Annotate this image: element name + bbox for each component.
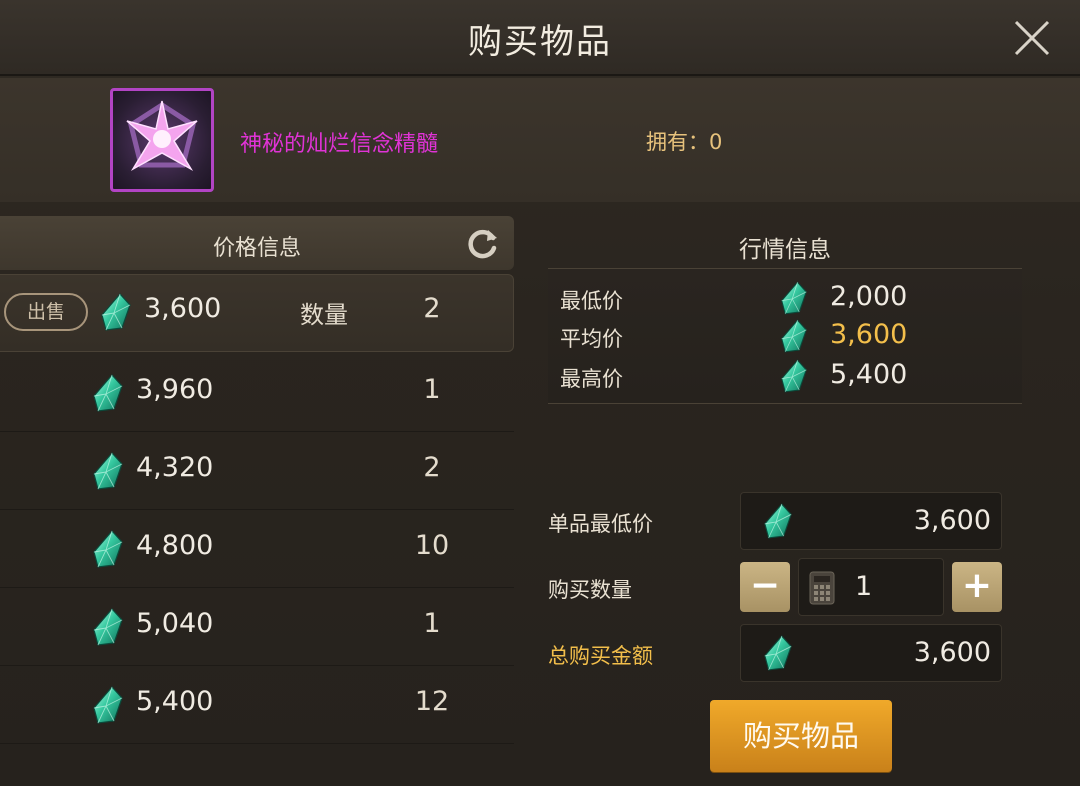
price-row[interactable]: 3,960 1 [0, 354, 514, 432]
price-value: 5,040 [136, 608, 214, 639]
market-value: 5,400 [830, 359, 908, 390]
gem-icon [92, 374, 124, 412]
own-value: 0 [709, 130, 723, 154]
market-row-avg: 平均价 3,600 [548, 317, 1022, 357]
item-header [0, 78, 1080, 202]
own-count: 拥有：0 [646, 126, 722, 156]
market-label: 最低价 [560, 289, 623, 313]
unit-min-price-label: 单品最低价 [548, 512, 653, 536]
market-label: 平均价 [560, 327, 623, 351]
quantity-value: 2 [423, 452, 441, 483]
price-value: 4,800 [136, 530, 214, 561]
gem-icon [92, 530, 124, 568]
price-info-header: 价格信息 [0, 216, 514, 270]
dialog-title: 购买物品 [468, 22, 612, 62]
price-info-title: 价格信息 [212, 236, 301, 261]
quantity-label: 购买数量 [548, 578, 632, 602]
increase-quantity-button[interactable]: + [952, 562, 1002, 612]
quantity-value: 2 [423, 293, 441, 324]
market-value: 3,600 [830, 319, 908, 350]
quantity-value: 12 [414, 686, 450, 717]
purchase-dialog: 购买物品 神秘的灿烂信念精髓 拥有：0 价格信息 出售 3,600 数量 2 3… [0, 0, 1080, 786]
item-icon [110, 88, 214, 192]
quantity-value: 1 [423, 374, 441, 405]
price-value: 4,320 [136, 452, 214, 483]
market-value: 2,000 [830, 281, 908, 312]
price-info-panel: 价格信息 出售 3,600 数量 2 3,960 1 4,320 2 4,800… [0, 216, 514, 776]
close-icon [1014, 20, 1050, 56]
price-row[interactable]: 出售 3,600 数量 2 [0, 274, 514, 352]
buy-item-button[interactable]: 购买物品 [710, 700, 892, 772]
quantity-input[interactable]: 1 [798, 558, 944, 616]
unit-min-price-field: 3,600 [740, 492, 1002, 550]
market-info-box: 最低价 2,000 平均价 3,600 最高价 5,400 [548, 268, 1022, 404]
price-row[interactable]: 5,400 12 [0, 666, 514, 744]
gem-icon [763, 635, 793, 671]
market-row-min: 最低价 2,000 [548, 279, 1022, 319]
close-button[interactable] [1012, 18, 1052, 58]
sell-tag: 出售 [4, 293, 88, 331]
market-row-max: 最高价 5,400 [548, 357, 1022, 397]
price-row[interactable]: 4,320 2 [0, 432, 514, 510]
gem-icon [780, 319, 808, 353]
price-row[interactable]: 4,800 10 [0, 510, 514, 588]
quantity-value: 1 [423, 608, 441, 639]
gem-icon [100, 293, 132, 331]
gem-icon [780, 281, 808, 315]
decrease-quantity-button[interactable]: − [740, 562, 790, 612]
title-bar: 购买物品 [0, 0, 1080, 76]
price-value: 5,400 [136, 686, 214, 717]
gem-icon [92, 452, 124, 490]
own-label: 拥有： [646, 130, 709, 154]
price-row[interactable]: 5,040 1 [0, 588, 514, 666]
gem-icon [92, 686, 124, 724]
quantity-value: 1 [855, 571, 873, 602]
price-value: 3,600 [144, 293, 222, 324]
gem-icon [780, 359, 808, 393]
price-value: 3,960 [136, 374, 214, 405]
calculator-icon[interactable] [809, 571, 835, 605]
total-amount-label: 总购买金额 [548, 644, 653, 668]
item-name: 神秘的灿烂信念精髓 [240, 132, 439, 157]
quantity-label: 数量 [300, 301, 348, 329]
refresh-button[interactable] [464, 226, 500, 262]
market-info-title: 行情信息 [739, 237, 831, 263]
unit-min-price-value: 3,600 [913, 505, 991, 536]
gem-icon [763, 503, 793, 539]
refresh-icon [468, 229, 497, 259]
star-essence-icon [126, 100, 198, 172]
total-amount-field: 3,600 [740, 624, 1002, 682]
total-amount-value: 3,600 [913, 637, 991, 668]
quantity-value: 10 [414, 530, 450, 561]
gem-icon [92, 608, 124, 646]
market-label: 最高价 [560, 367, 623, 391]
